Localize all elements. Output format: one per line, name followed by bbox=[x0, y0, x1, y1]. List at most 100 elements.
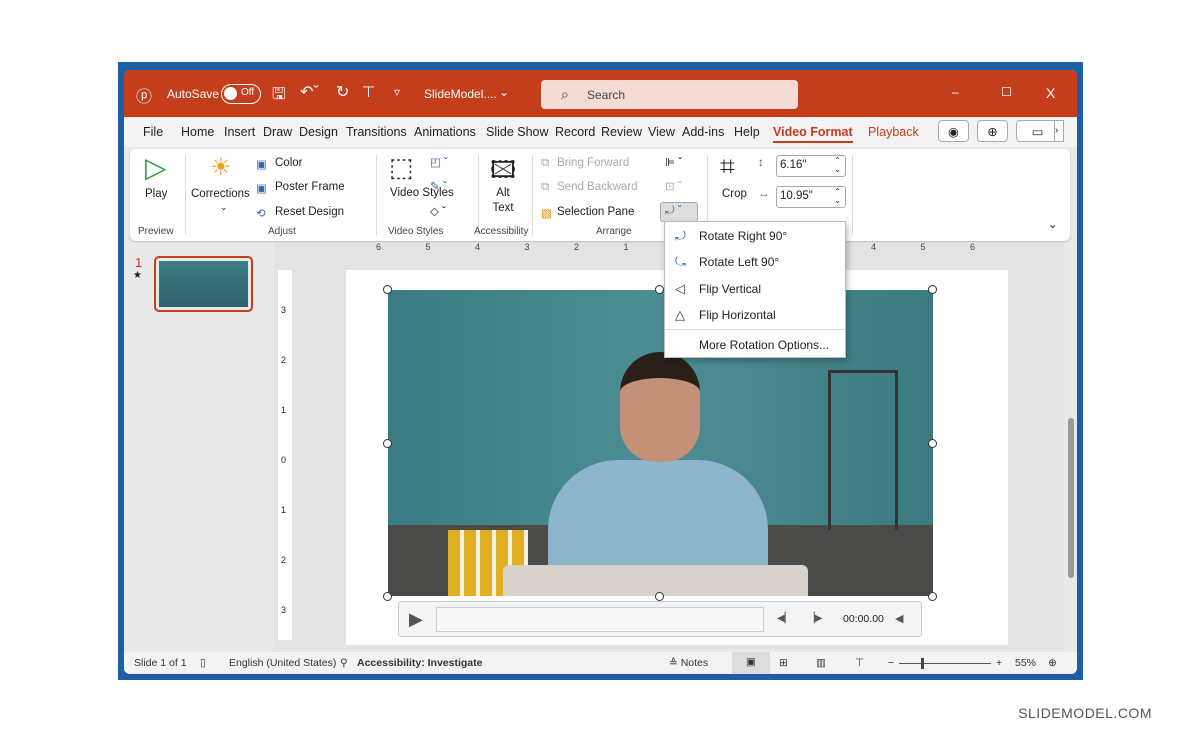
alt-text-button[interactable]: Alt Text bbox=[488, 186, 518, 216]
slideshow-button[interactable]: ⊤ bbox=[855, 657, 864, 669]
tab-video-format[interactable]: Video Format bbox=[773, 125, 853, 143]
tab-home[interactable]: Home bbox=[181, 125, 214, 139]
menu-item-more-rotation-options[interactable]: More Rotation Options... bbox=[665, 332, 845, 358]
language[interactable]: English (United States) bbox=[229, 657, 336, 669]
step-forward-button[interactable]: ▕▶ bbox=[807, 613, 822, 624]
play-icon[interactable]: ▷ bbox=[145, 151, 167, 184]
video-frame[interactable] bbox=[388, 290, 933, 596]
tab-review[interactable]: Review bbox=[601, 125, 642, 139]
corrections-button[interactable]: Corrections bbox=[191, 188, 250, 200]
ruler-tick-label: 1 bbox=[281, 405, 287, 415]
slide-thumbnail-1[interactable] bbox=[154, 256, 253, 312]
corrections-icon[interactable]: ☀ bbox=[210, 153, 232, 182]
animation-star-icon: ★ bbox=[133, 270, 142, 281]
zoom-slider[interactable] bbox=[899, 658, 991, 669]
video-time: 00:00.00 bbox=[843, 613, 884, 625]
menu-item-rotate-right[interactable]: ⤾ Rotate Right 90° bbox=[665, 223, 845, 249]
accessibility-icon: ⚲ bbox=[340, 657, 348, 669]
zoom-in-button[interactable]: + bbox=[996, 657, 1002, 669]
spelling-icon[interactable]: ▯ bbox=[200, 657, 206, 669]
step-back-button[interactable]: ◀▏ bbox=[777, 613, 792, 624]
tab-design[interactable]: Design bbox=[299, 125, 338, 139]
bring-forward-icon: ⧉ bbox=[541, 157, 550, 169]
align-icon[interactable]: ⊫ ˇ bbox=[665, 155, 682, 169]
minimize-button[interactable]: – bbox=[952, 85, 959, 99]
slide-sorter-button[interactable]: ⊞ bbox=[779, 657, 788, 669]
crop-icon[interactable]: ⌗ bbox=[720, 151, 735, 183]
video-timeline[interactable] bbox=[436, 607, 764, 632]
chevron-down-icon[interactable]: ⌄ bbox=[499, 85, 509, 99]
group-label-arrange: Arrange bbox=[596, 226, 632, 237]
undo-icon[interactable]: ↶ˇ bbox=[300, 82, 319, 102]
menu-item-flip-horizontal[interactable]: △ Flip Horizontal bbox=[665, 302, 845, 328]
teams-icon[interactable]: ⊕ bbox=[977, 120, 1008, 142]
video-styles-icon[interactable]: ⬚ bbox=[389, 152, 414, 183]
tab-animations[interactable]: Animations bbox=[414, 125, 476, 139]
autosave-toggle[interactable]: Off bbox=[221, 84, 261, 104]
tab-draw[interactable]: Draw bbox=[263, 125, 292, 139]
record-button[interactable]: ◉ bbox=[938, 120, 969, 142]
tab-playback[interactable]: Playback bbox=[868, 125, 919, 139]
search-box[interactable]: ⌕ Search bbox=[541, 80, 798, 109]
present-icon[interactable]: ⊤ bbox=[362, 83, 375, 101]
tab-transitions[interactable]: Transitions bbox=[346, 125, 407, 139]
rotate-button[interactable]: ⤾ ˇ bbox=[660, 202, 698, 222]
vertical-ruler: 3 2 1 0 1 2 3 bbox=[278, 270, 292, 640]
laptop bbox=[503, 565, 808, 596]
tab-slide-show[interactable]: Slide Show bbox=[486, 125, 549, 139]
tab-file[interactable]: File bbox=[143, 125, 163, 139]
filename[interactable]: SlideModel.... bbox=[424, 87, 497, 101]
accessibility-status[interactable]: Accessibility: Investigate bbox=[357, 657, 482, 669]
tab-add-ins[interactable]: Add-ins bbox=[682, 125, 724, 139]
play-video-button[interactable]: ▶ bbox=[409, 609, 423, 630]
tab-view[interactable]: View bbox=[648, 125, 675, 139]
video-border-icon[interactable]: ✎ ˇ bbox=[430, 179, 447, 193]
normal-view-button[interactable]: ▣ bbox=[732, 652, 770, 674]
fit-slide-icon[interactable]: ⊕ bbox=[1048, 657, 1057, 669]
volume-icon[interactable]: ◀ bbox=[895, 612, 903, 625]
reading-view-button[interactable]: ▥ bbox=[816, 657, 826, 669]
search-placeholder: Search bbox=[587, 88, 626, 102]
group-label-accessibility: Accessibility bbox=[474, 226, 529, 237]
notes-button[interactable]: ≙ Notes bbox=[669, 657, 708, 669]
width-input[interactable]: 10.95" ⌃ ⌄ bbox=[776, 186, 846, 208]
menu-item-rotate-left[interactable]: ⤿ Rotate Left 90° bbox=[665, 249, 845, 275]
close-button[interactable]: X bbox=[1046, 85, 1055, 101]
maximize-button[interactable]: ☐ bbox=[1001, 85, 1012, 99]
color-button[interactable]: Color bbox=[275, 157, 302, 169]
collapse-ribbon-icon[interactable]: ⌄ bbox=[1048, 217, 1058, 231]
ruler-tick-label: 1 bbox=[281, 505, 287, 515]
menu-item-flip-vertical[interactable]: ◁ Flip Vertical bbox=[665, 276, 845, 302]
search-icon: ⌕ bbox=[561, 86, 569, 102]
customize-qat-icon[interactable]: ▿ bbox=[394, 85, 400, 99]
redo-icon[interactable]: ↻ bbox=[336, 82, 349, 102]
selection-pane-button[interactable]: Selection Pane bbox=[557, 206, 634, 218]
ruler-tick-label: 2 bbox=[574, 242, 580, 252]
reset-design-button[interactable]: Reset Design bbox=[275, 206, 344, 218]
group-label-video-styles: Video Styles bbox=[388, 226, 444, 237]
ruler-tick-label: 0 bbox=[281, 455, 287, 465]
zoom-out-button[interactable]: − bbox=[888, 657, 894, 669]
flip-horizontal-icon: △ bbox=[675, 307, 685, 322]
chevron-down-icon[interactable]: ⌄ bbox=[220, 202, 228, 213]
flip-vertical-icon: ◁ bbox=[675, 281, 685, 296]
poster-frame-button[interactable]: Poster Frame bbox=[275, 181, 345, 193]
ruler-tick-label: 1 bbox=[623, 242, 629, 252]
zoom-level[interactable]: 55% bbox=[1015, 657, 1036, 669]
video-effects-icon[interactable]: ◇ ˇ bbox=[430, 204, 446, 218]
ruler-tick-label: 4 bbox=[475, 242, 481, 252]
tabs-scroll-right[interactable]: › bbox=[1054, 120, 1064, 142]
tab-insert[interactable]: Insert bbox=[224, 125, 255, 139]
comments-button[interactable]: ▭ bbox=[1016, 120, 1059, 142]
height-input[interactable]: 6.16" ⌃ ⌄ bbox=[776, 155, 846, 177]
crop-button[interactable]: Crop bbox=[722, 188, 747, 200]
vertical-scrollbar[interactable] bbox=[1066, 243, 1077, 649]
tab-record[interactable]: Record bbox=[555, 125, 595, 139]
tab-help[interactable]: Help bbox=[734, 125, 760, 139]
height-icon: ↕ bbox=[758, 157, 764, 169]
video-shape-icon[interactable]: ◰ ˇ bbox=[430, 155, 448, 169]
ruler-tick-label: 5 bbox=[920, 242, 926, 252]
ruler-tick-label: 3 bbox=[281, 305, 287, 315]
play-button[interactable]: Play bbox=[145, 188, 167, 200]
save-icon[interactable]: 🖫 bbox=[272, 83, 286, 110]
